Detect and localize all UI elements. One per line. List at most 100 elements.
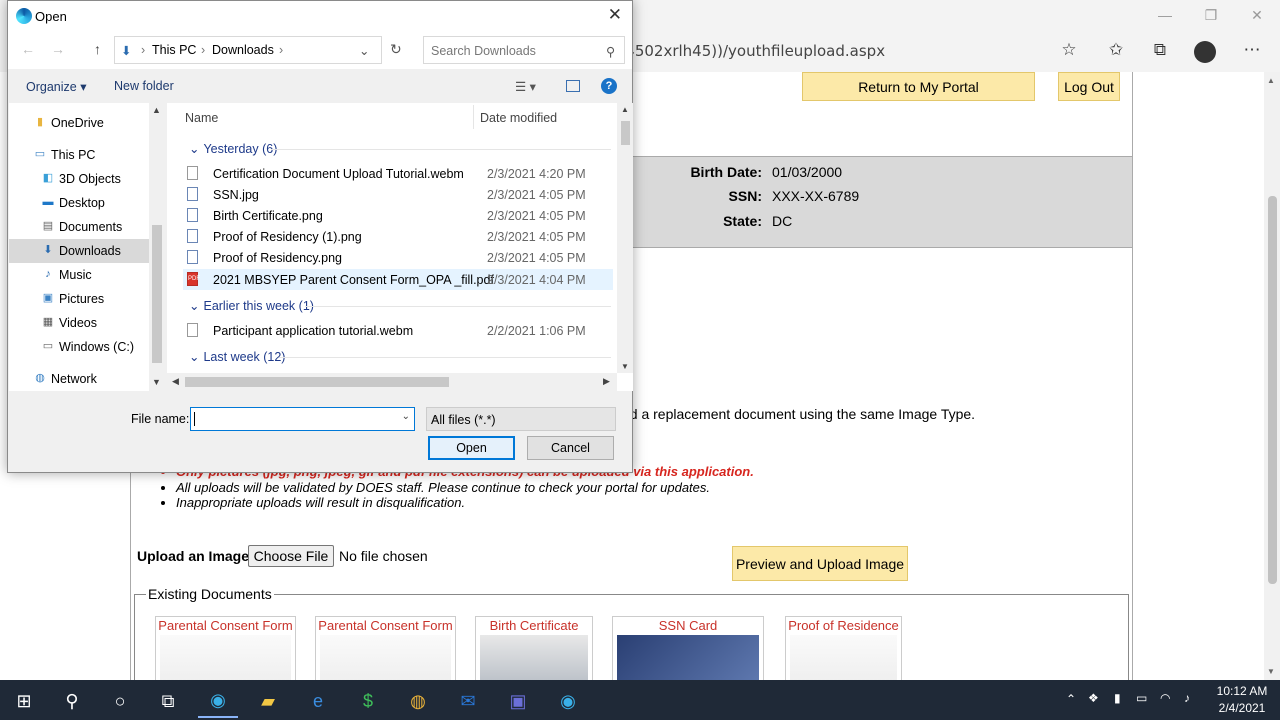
scroll-up-icon[interactable]: ▲ bbox=[1267, 76, 1275, 85]
close-icon[interactable]: ✕ bbox=[608, 5, 622, 25]
nav-item-documents[interactable]: ▤ Documents bbox=[9, 215, 149, 239]
scroll-right-icon[interactable]: ▶ bbox=[603, 376, 610, 387]
restore-icon[interactable]: ❐ bbox=[1188, 0, 1234, 30]
group-header-earlier-this-week[interactable]: ⌄ Earlier this week (1) bbox=[189, 298, 314, 313]
column-header-name[interactable]: Name bbox=[185, 111, 218, 125]
edge-icon[interactable]: ◉ bbox=[198, 684, 238, 718]
existing-doc-parental-consent-2[interactable]: Parental Consent Form bbox=[315, 616, 456, 680]
task-view-icon[interactable]: ⧉ bbox=[148, 684, 188, 718]
existing-doc-birth-certificate[interactable]: Birth Certificate bbox=[475, 616, 593, 680]
collections-icon[interactable]: ⧉ bbox=[1148, 40, 1172, 60]
return-to-portal-button[interactable]: Return to My Portal bbox=[802, 72, 1035, 101]
nav-item-desktop[interactable]: ▬ Desktop bbox=[9, 191, 149, 215]
search-icon[interactable]: ⚲ bbox=[52, 684, 92, 718]
nav-item-3d-objects[interactable]: ◧ 3D Objects bbox=[9, 167, 149, 191]
chevron-down-icon[interactable]: ⌄ bbox=[359, 43, 369, 58]
cortana-icon[interactable]: ○ bbox=[100, 684, 140, 718]
address-bar[interactable]: f4502xrlh45))/youthfileupload.aspx bbox=[620, 36, 1100, 66]
windows-start-icon[interactable]: ⊞ bbox=[4, 684, 44, 718]
favorites-icon[interactable]: ✩ bbox=[1104, 40, 1128, 60]
preview-upload-button[interactable]: Preview and Upload Image bbox=[732, 546, 908, 581]
refresh-icon[interactable]: ↻ bbox=[390, 41, 402, 58]
minimize-icon[interactable]: — bbox=[1142, 0, 1188, 30]
outlook-icon[interactable]: ✉ bbox=[448, 684, 488, 718]
volume-icon[interactable]: ♪ bbox=[1184, 691, 1190, 705]
app-icon[interactable]: $ bbox=[348, 684, 388, 718]
file-row[interactable]: Proof of Residency (1).png 2/3/2021 4:05 … bbox=[183, 226, 613, 247]
nav-item-downloads[interactable]: ⬇ Downloads bbox=[9, 239, 149, 263]
scrollbar-thumb[interactable] bbox=[621, 121, 630, 145]
file-row[interactable]: Proof of Residency.png 2/3/2021 4:05 PM bbox=[183, 247, 613, 268]
open-button[interactable]: Open bbox=[428, 436, 515, 460]
scroll-left-icon[interactable]: ◀ bbox=[172, 376, 179, 387]
chevron-down-icon[interactable]: ⌄ bbox=[402, 411, 410, 422]
preview-pane-icon[interactable] bbox=[566, 80, 580, 92]
usb-icon[interactable]: ▮ bbox=[1114, 691, 1121, 705]
cancel-button[interactable]: Cancel bbox=[527, 436, 614, 460]
nav-item-network[interactable]: ◍ Network bbox=[9, 367, 149, 391]
nav-item-this-pc[interactable]: ▭ This PC bbox=[9, 143, 149, 167]
internet-explorer-icon[interactable]: e bbox=[298, 684, 338, 718]
up-icon[interactable]: ↑ bbox=[94, 41, 101, 57]
file-list-pane: Name Date modified ⌄ Yesterday (6) Certif… bbox=[167, 103, 633, 391]
file-row[interactable]: PDF 2021 MBSYEP Parent Consent Form_OPA _… bbox=[183, 269, 613, 290]
existing-doc-parental-consent-1[interactable]: Parental Consent Form bbox=[155, 616, 296, 680]
nav-item-videos[interactable]: ▦ Videos bbox=[9, 311, 149, 335]
forward-icon[interactable]: → bbox=[51, 41, 65, 57]
back-icon[interactable]: ← bbox=[21, 41, 35, 57]
existing-doc-proof-residence[interactable]: Proof of Residence bbox=[785, 616, 902, 680]
scrollbar-thumb[interactable] bbox=[185, 377, 449, 387]
breadcrumb-item[interactable]: Downloads bbox=[212, 43, 274, 57]
search-input[interactable]: Search Downloads ⚲ bbox=[423, 36, 625, 64]
add-favorite-icon[interactable]: ☆ bbox=[1057, 40, 1081, 60]
page-scrollbar[interactable]: ▲ ▼ bbox=[1264, 72, 1280, 680]
chrome-icon[interactable]: ◍ bbox=[398, 684, 438, 718]
nav-scrollbar[interactable]: ▲ ▼ bbox=[149, 103, 165, 391]
pictures-icon: ▣ bbox=[42, 292, 54, 304]
file-list-vscrollbar[interactable]: ▲ ▼ bbox=[617, 103, 633, 373]
file-name-input[interactable]: ⌄ bbox=[190, 407, 415, 431]
group-header-last-week[interactable]: ⌄ Last week (12) bbox=[189, 349, 285, 364]
nav-item-music[interactable]: ♪ Music bbox=[9, 263, 149, 287]
file-row[interactable]: Certification Document Upload Tutorial.w… bbox=[183, 163, 613, 184]
breadcrumb[interactable]: ⬇ › This PC › Downloads › ⌄ bbox=[114, 36, 382, 64]
chevron-down-icon: ⌄ bbox=[189, 350, 200, 364]
dropbox-icon[interactable]: ❖ bbox=[1088, 691, 1099, 705]
file-list-hscrollbar[interactable]: ◀ ▶ bbox=[167, 373, 617, 391]
file-row[interactable]: SSN.jpg 2/3/2021 4:05 PM bbox=[183, 184, 613, 205]
choose-file-button[interactable]: Choose File bbox=[248, 545, 334, 567]
battery-icon[interactable]: ▭ bbox=[1136, 691, 1147, 705]
scroll-down-icon[interactable]: ▼ bbox=[152, 377, 161, 387]
teams-icon[interactable]: ▣ bbox=[498, 684, 538, 718]
nav-item-windows-c[interactable]: ▭ Windows (C:) bbox=[9, 335, 149, 359]
scrollbar-thumb[interactable] bbox=[1268, 196, 1277, 584]
organize-button[interactable]: Organize ▾ bbox=[26, 79, 86, 94]
avatar[interactable] bbox=[1194, 41, 1216, 63]
nav-item-onedrive[interactable]: ▮ OneDrive bbox=[9, 111, 149, 135]
group-header-yesterday[interactable]: ⌄ Yesterday (6) bbox=[189, 141, 277, 156]
wifi-icon[interactable]: ◠ bbox=[1160, 691, 1170, 705]
scroll-down-icon[interactable]: ▼ bbox=[621, 362, 629, 371]
existing-doc-ssn-card[interactable]: SSN Card bbox=[612, 616, 764, 680]
scrollbar-thumb[interactable] bbox=[152, 225, 162, 363]
scroll-down-icon[interactable]: ▼ bbox=[1267, 667, 1275, 676]
breadcrumb-item[interactable]: This PC bbox=[152, 43, 196, 57]
clock[interactable]: 10:12 AM 2/4/2021 bbox=[1210, 683, 1274, 717]
scroll-up-icon[interactable]: ▲ bbox=[152, 105, 161, 115]
file-explorer-icon[interactable]: ▰ bbox=[248, 684, 288, 718]
edge-icon[interactable]: ◉ bbox=[548, 684, 588, 718]
new-folder-button[interactable]: New folder bbox=[114, 79, 174, 93]
view-options-icon[interactable]: ☰ ▾ bbox=[515, 79, 536, 94]
file-row[interactable]: Participant application tutorial.webm 2/2… bbox=[183, 320, 613, 341]
more-icon[interactable]: ⋯ bbox=[1240, 40, 1264, 60]
file-type-select[interactable]: All files (*.*) ⌄ bbox=[426, 407, 616, 431]
scroll-up-icon[interactable]: ▲ bbox=[621, 105, 629, 114]
help-icon[interactable]: ? bbox=[601, 78, 617, 94]
close-icon[interactable]: ✕ bbox=[1234, 0, 1280, 30]
logout-button[interactable]: Log Out bbox=[1058, 72, 1120, 101]
file-row[interactable]: Birth Certificate.png 2/3/2021 4:05 PM bbox=[183, 205, 613, 226]
column-header-date[interactable]: Date modified bbox=[480, 111, 557, 125]
chevron-up-icon[interactable]: ⌃ bbox=[1066, 692, 1076, 706]
replacement-note: ad a replacement document using the same… bbox=[622, 406, 976, 422]
nav-item-pictures[interactable]: ▣ Pictures bbox=[9, 287, 149, 311]
